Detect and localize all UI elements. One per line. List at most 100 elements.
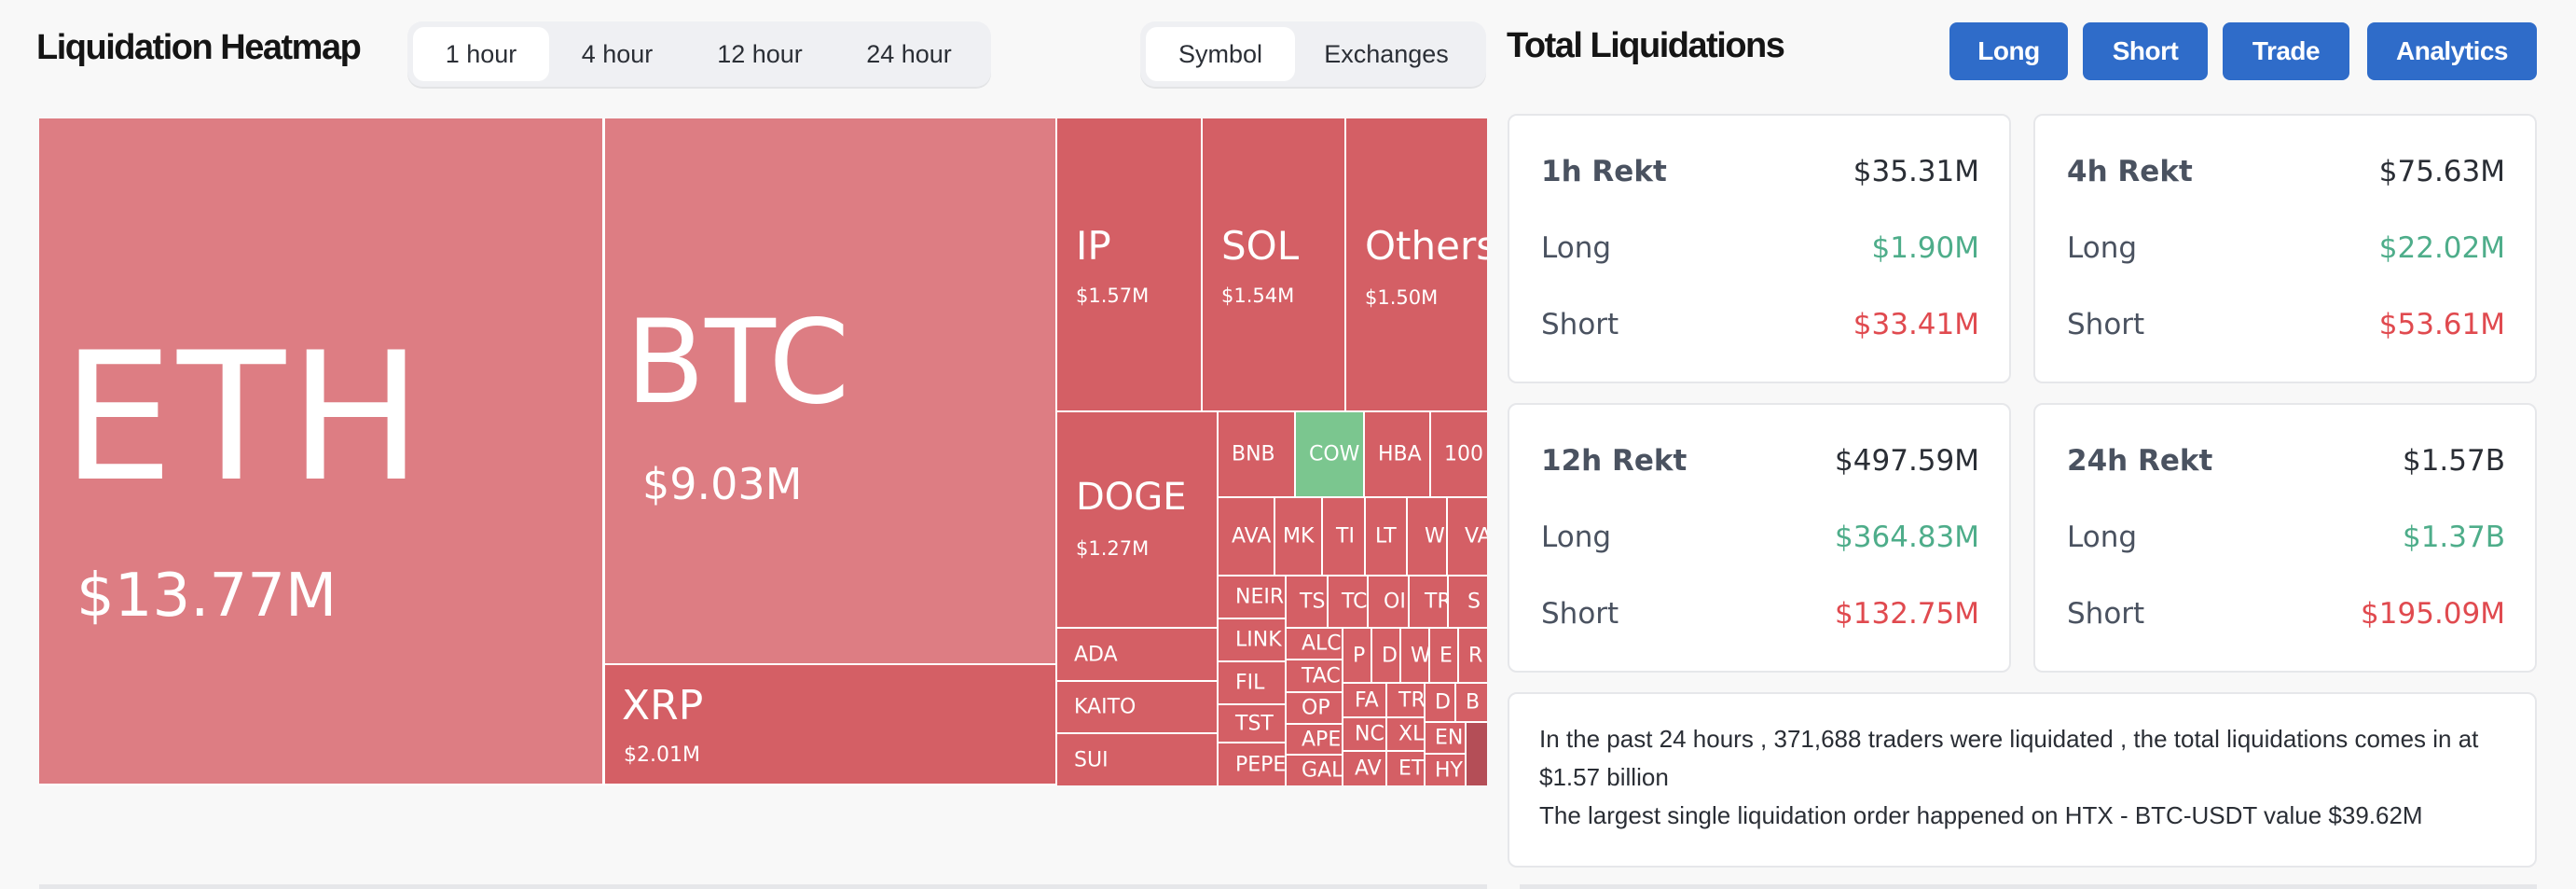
tile-tr2[interactable]: TR bbox=[1385, 682, 1426, 718]
tile-symbol: FIL bbox=[1235, 671, 1265, 695]
short-label: Short bbox=[2067, 597, 2145, 631]
tile-tst[interactable]: TST bbox=[1217, 703, 1287, 743]
tile-symbol: SUI bbox=[1074, 748, 1109, 771]
tile-hy[interactable]: HY bbox=[1424, 753, 1467, 785]
tile-value: $2.01M bbox=[624, 743, 700, 767]
tile-symbol: Others bbox=[1365, 223, 1487, 269]
tile-symbol: SOL bbox=[1221, 223, 1300, 269]
long-button[interactable]: Long bbox=[1949, 22, 2068, 80]
tile-xl[interactable]: XL bbox=[1385, 716, 1426, 752]
short-value: $195.09M bbox=[2361, 597, 2505, 631]
time-range-tabs: 1 hour 4 hour 12 hour 24 hour bbox=[407, 21, 991, 87]
tile-symbol: TST bbox=[1235, 712, 1274, 735]
tile-gal[interactable]: GAL bbox=[1285, 754, 1343, 785]
tile-b[interactable]: B bbox=[1454, 682, 1487, 723]
tile-en[interactable]: EN bbox=[1424, 721, 1467, 755]
tile-op[interactable]: OP bbox=[1285, 691, 1343, 725]
long-label: Long bbox=[2067, 231, 2138, 265]
tile-ti[interactable]: TI bbox=[1321, 496, 1366, 576]
tile-others[interactable]: Others $1.50M bbox=[1344, 118, 1487, 412]
tile-symbol: XRP bbox=[622, 682, 704, 729]
divider bbox=[1520, 884, 2537, 889]
tile-w2[interactable]: W bbox=[1399, 627, 1430, 684]
tile-tr[interactable]: TR bbox=[1408, 575, 1449, 629]
tile-oi[interactable]: OI bbox=[1367, 575, 1410, 629]
tile-d[interactable]: D bbox=[1371, 627, 1401, 684]
short-value: $33.41M bbox=[1853, 308, 1979, 341]
tile-symbol: E bbox=[1440, 644, 1453, 667]
rekt-card-12h: 12h Rekt $497.59M Long $364.83M Short $132.… bbox=[1508, 403, 2011, 673]
tab-exchanges[interactable]: Exchanges bbox=[1295, 27, 1478, 81]
tile-symbol: AVA bbox=[1232, 524, 1272, 549]
tile-symbol: B bbox=[1466, 690, 1481, 715]
tile-d2[interactable]: D bbox=[1424, 682, 1456, 723]
tile-symbol: NEIR bbox=[1235, 585, 1285, 609]
tile-bnb[interactable]: BNB bbox=[1217, 410, 1296, 498]
tile-unlabeled[interactable] bbox=[1465, 721, 1487, 785]
tile-kaito[interactable]: KAITO bbox=[1055, 680, 1219, 734]
tab-1-hour[interactable]: 1 hour bbox=[413, 27, 549, 81]
tile-tac[interactable]: TAC bbox=[1285, 659, 1343, 693]
tile-e[interactable]: E bbox=[1428, 627, 1459, 684]
tile-neir[interactable]: NEIR bbox=[1217, 575, 1287, 619]
tile-sui[interactable]: SUI bbox=[1055, 732, 1219, 785]
tile-fil[interactable]: FIL bbox=[1217, 660, 1287, 705]
tab-4-hour[interactable]: 4 hour bbox=[549, 27, 685, 81]
short-button[interactable]: Short bbox=[2083, 22, 2208, 80]
tab-symbol[interactable]: Symbol bbox=[1146, 27, 1295, 81]
card-total: $35.31M bbox=[1853, 155, 1979, 188]
tile-symbol: MK bbox=[1283, 524, 1315, 549]
tile-symbol: COW bbox=[1309, 442, 1360, 466]
tile-symbol: ET bbox=[1398, 757, 1425, 781]
tile-sol[interactable]: SOL $1.54M bbox=[1201, 118, 1346, 412]
tile-pepe[interactable]: PEPE bbox=[1217, 742, 1287, 785]
tile-w[interactable]: W bbox=[1406, 496, 1448, 576]
tile-eth[interactable]: ETH $13.77M bbox=[39, 118, 604, 785]
card-label: 24h Rekt bbox=[2067, 444, 2213, 478]
short-value: $132.75M bbox=[1835, 597, 1979, 631]
tile-ava[interactable]: AVA bbox=[1217, 496, 1275, 576]
tile-doge[interactable]: DOGE $1.27M bbox=[1055, 410, 1219, 629]
tile-av[interactable]: AV bbox=[1342, 750, 1387, 785]
tile-symbol: ADA bbox=[1074, 643, 1118, 666]
trade-button[interactable]: Trade bbox=[2223, 22, 2349, 80]
tile-et[interactable]: ET bbox=[1385, 750, 1426, 785]
tile-lt[interactable]: LT bbox=[1364, 496, 1408, 576]
total-liquidations-title: Total Liquidations bbox=[1507, 26, 1785, 65]
tile-xrp[interactable]: XRP $2.01M bbox=[603, 663, 1057, 785]
tile-hba[interactable]: HBA bbox=[1363, 410, 1431, 498]
tile-nc[interactable]: NC bbox=[1342, 716, 1387, 752]
analytics-button[interactable]: Analytics bbox=[2367, 22, 2537, 80]
tile-ape[interactable]: APE bbox=[1285, 723, 1343, 756]
tile-s[interactable]: S bbox=[1447, 575, 1487, 629]
tile-va[interactable]: VA bbox=[1446, 496, 1487, 576]
tile-alc[interactable]: ALC bbox=[1285, 627, 1343, 660]
tile-cow[interactable]: COW bbox=[1294, 410, 1365, 498]
card-total: $1.57B bbox=[2402, 444, 2505, 478]
tile-ada[interactable]: ADA bbox=[1055, 627, 1219, 682]
tile-btc[interactable]: BTC $9.03M bbox=[603, 118, 1057, 665]
tile-symbol: LT bbox=[1375, 524, 1397, 549]
tile-symbol: OP bbox=[1302, 696, 1330, 720]
rekt-card-4h: 4h Rekt $75.63M Long $22.02M Short $53.61M bbox=[2033, 114, 2537, 383]
tile-symbol: GAL bbox=[1302, 758, 1343, 783]
liquidation-summary: In the past 24 hours , 371,688 traders w… bbox=[1508, 692, 2537, 868]
tile-100[interactable]: 100 bbox=[1429, 410, 1487, 498]
tile-mk[interactable]: MK bbox=[1274, 496, 1323, 576]
tile-p[interactable]: P bbox=[1342, 627, 1372, 684]
tile-symbol: W bbox=[1425, 524, 1445, 549]
tile-symbol: D bbox=[1382, 644, 1398, 667]
long-value: $22.02M bbox=[2378, 231, 2505, 265]
tile-symbol: 100 bbox=[1444, 442, 1483, 466]
tile-fa[interactable]: FA bbox=[1342, 682, 1387, 718]
tile-r[interactable]: R bbox=[1457, 627, 1487, 684]
tile-symbol: R bbox=[1468, 644, 1483, 667]
short-label: Short bbox=[1541, 308, 1619, 341]
tile-tc[interactable]: TC bbox=[1327, 575, 1369, 629]
tab-24-hour[interactable]: 24 hour bbox=[834, 27, 984, 81]
tile-ip[interactable]: IP $1.57M bbox=[1055, 118, 1203, 412]
tile-link[interactable]: LINK bbox=[1217, 618, 1287, 662]
tab-12-hour[interactable]: 12 hour bbox=[685, 27, 834, 81]
summary-line-2: The largest single liquidation order hap… bbox=[1539, 801, 2423, 829]
tile-ts[interactable]: TS bbox=[1285, 575, 1329, 629]
